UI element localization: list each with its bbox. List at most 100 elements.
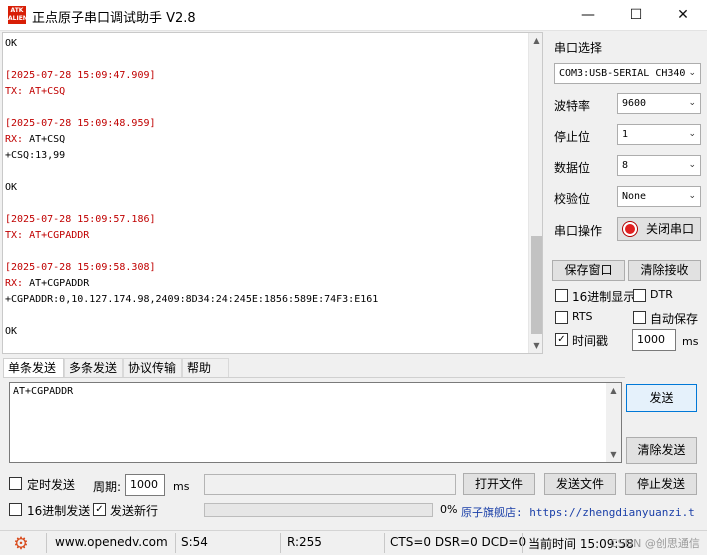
chevron-down-icon: ⌄ [688, 160, 696, 170]
receive-line: RX: AT+CGPADDR [5, 276, 525, 292]
hex-display-checkbox[interactable] [555, 289, 568, 302]
title-bar: ATK ALIEN 正点原子串口调试助手 V2.8 — ☐ ✕ [0, 0, 707, 31]
hex-send-label: 16进制发送 [27, 504, 91, 518]
stopbits-select-value: 1 [622, 129, 629, 140]
status-separator [280, 533, 281, 553]
chevron-down-icon: ⌄ [688, 98, 696, 108]
sent-count: S:54 [181, 535, 208, 549]
port-status-led-icon [623, 222, 637, 236]
hex-send-checkbox[interactable] [9, 503, 22, 516]
receive-line-prefix: RX: [5, 134, 24, 145]
receive-line: [2025-07-28 15:09:57.186] [5, 214, 156, 225]
auto-save-label: 自动保存 [650, 312, 699, 326]
clear-receive-button[interactable]: 清除接收 [628, 260, 701, 281]
receive-log: OK [2025-07-28 15:09:47.909] TX: AT+CSQ [… [5, 36, 525, 340]
scroll-down-icon[interactable]: ▼ [529, 338, 542, 353]
parity-select-value: None [622, 191, 647, 202]
scroll-up-icon[interactable]: ▲ [606, 383, 621, 398]
receive-line [5, 244, 525, 260]
store-link[interactable]: 原子旗舰店: https://zhengdianyuanzi.t [461, 503, 694, 523]
status-bar: ⚙ www.openedv.com S:54 R:255 CTS=0 DSR=0… [0, 530, 707, 555]
send-file-button[interactable]: 发送文件 [544, 473, 616, 495]
period-unit: ms [173, 480, 190, 493]
status-separator [384, 533, 385, 553]
tab-single-send[interactable]: 单条发送 [3, 358, 64, 378]
receive-textarea[interactable]: OK [2025-07-28 15:09:47.909] TX: AT+CSQ [… [2, 32, 543, 354]
close-button[interactable]: ✕ [660, 0, 706, 31]
parity-select[interactable]: None ⌄ [617, 186, 701, 207]
tab-divider [3, 377, 625, 378]
port-select-label: 串口选择 [554, 41, 603, 55]
receive-scrollbar[interactable]: ▲ ▼ [528, 33, 542, 353]
open-file-button[interactable]: 打开文件 [463, 473, 535, 495]
timestamp-input[interactable]: 1000 [632, 329, 676, 351]
scroll-down-icon[interactable]: ▼ [606, 447, 621, 462]
receive-line: [2025-07-28 15:09:47.909] [5, 70, 156, 81]
receive-line: +CSQ:13,99 [5, 150, 66, 161]
receive-line: TX: AT+CGPADDR [5, 230, 90, 241]
port-op-label: 串口操作 [554, 224, 603, 238]
send-text: AT+CGPADDR [13, 386, 74, 397]
send-newline-checkbox[interactable]: ✓ [93, 503, 106, 516]
dtr-label: DTR [650, 288, 673, 301]
timestamp-checkbox[interactable]: ✓ [555, 333, 568, 346]
status-separator [522, 533, 523, 553]
receive-line: TX: AT+CSQ [5, 86, 66, 97]
minimize-button[interactable]: — [565, 0, 611, 31]
app-logo-icon: ATK ALIEN [8, 6, 28, 24]
receive-line [5, 308, 525, 324]
stopbits-select[interactable]: 1 ⌄ [617, 124, 701, 145]
rts-checkbox[interactable] [555, 311, 568, 324]
tab-protocol[interactable]: 协议传输 [123, 358, 182, 378]
scroll-up-icon[interactable]: ▲ [529, 33, 542, 48]
chevron-down-icon: ⌄ [688, 129, 696, 139]
gear-icon[interactable]: ⚙ [11, 534, 31, 554]
period-input[interactable]: 1000 [125, 474, 165, 496]
port-select-value: COM3:USB-SERIAL CH340 [559, 68, 686, 79]
receive-line: [2025-07-28 15:09:58.308] [5, 262, 156, 273]
clear-send-button[interactable]: 清除发送 [626, 437, 697, 464]
stopbits-label: 停止位 [554, 130, 591, 144]
window-title: 正点原子串口调试助手 V2.8 [32, 11, 196, 26]
send-textarea[interactable]: AT+CGPADDR ▲ ▼ [9, 382, 622, 463]
tab-help[interactable]: 帮助 [182, 358, 229, 378]
file-path-field[interactable] [204, 474, 456, 495]
databits-label: 数据位 [554, 161, 591, 175]
baud-label: 波特率 [554, 99, 591, 113]
baud-select[interactable]: 9600 ⌄ [617, 93, 701, 114]
close-port-label: 关闭串口 [646, 222, 695, 236]
dtr-checkbox[interactable] [633, 289, 646, 302]
scroll-thumb[interactable] [531, 236, 542, 334]
send-button[interactable]: 发送 [626, 384, 697, 412]
port-select[interactable]: COM3:USB-SERIAL CH340 ⌄ [554, 63, 701, 84]
period-label: 周期: [93, 480, 122, 494]
signal-status: CTS=0 DSR=0 DCD=0 [390, 535, 527, 549]
chevron-down-icon: ⌄ [688, 68, 696, 78]
receive-line-content: AT+CGPADDR [23, 278, 90, 289]
close-port-button[interactable]: 关闭串口 [617, 217, 701, 241]
timed-send-checkbox[interactable] [9, 477, 22, 490]
receive-line [5, 100, 525, 116]
receive-line [5, 164, 525, 180]
rts-label: RTS [572, 310, 593, 323]
receive-line: OK [5, 182, 18, 193]
databits-select-value: 8 [622, 160, 629, 171]
store-link-text: 原子旗舰店: https://zhengdianyuanzi.t [461, 506, 694, 519]
send-progress-text: 0% [440, 503, 458, 516]
maximize-button[interactable]: ☐ [613, 0, 659, 31]
receive-line [5, 196, 525, 212]
receive-line: +CGPADDR:0,10.127.174.98,2409:8D34:24:24… [5, 294, 379, 305]
website-link[interactable]: www.openedv.com [55, 535, 168, 549]
auto-save-checkbox[interactable] [633, 311, 646, 324]
tab-multi-send[interactable]: 多条发送 [64, 358, 123, 378]
status-separator [46, 533, 47, 553]
databits-select[interactable]: 8 ⌄ [617, 155, 701, 176]
send-scrollbar[interactable]: ▲ ▼ [606, 383, 621, 462]
timestamp-label: 时间戳 [572, 334, 609, 348]
timed-send-label: 定时发送 [27, 478, 76, 492]
baud-select-value: 9600 [622, 98, 647, 109]
stop-send-button[interactable]: 停止发送 [625, 473, 697, 495]
save-window-button[interactable]: 保存窗口 [552, 260, 625, 281]
chevron-down-icon: ⌄ [688, 191, 696, 201]
send-progress-bar [204, 503, 433, 517]
